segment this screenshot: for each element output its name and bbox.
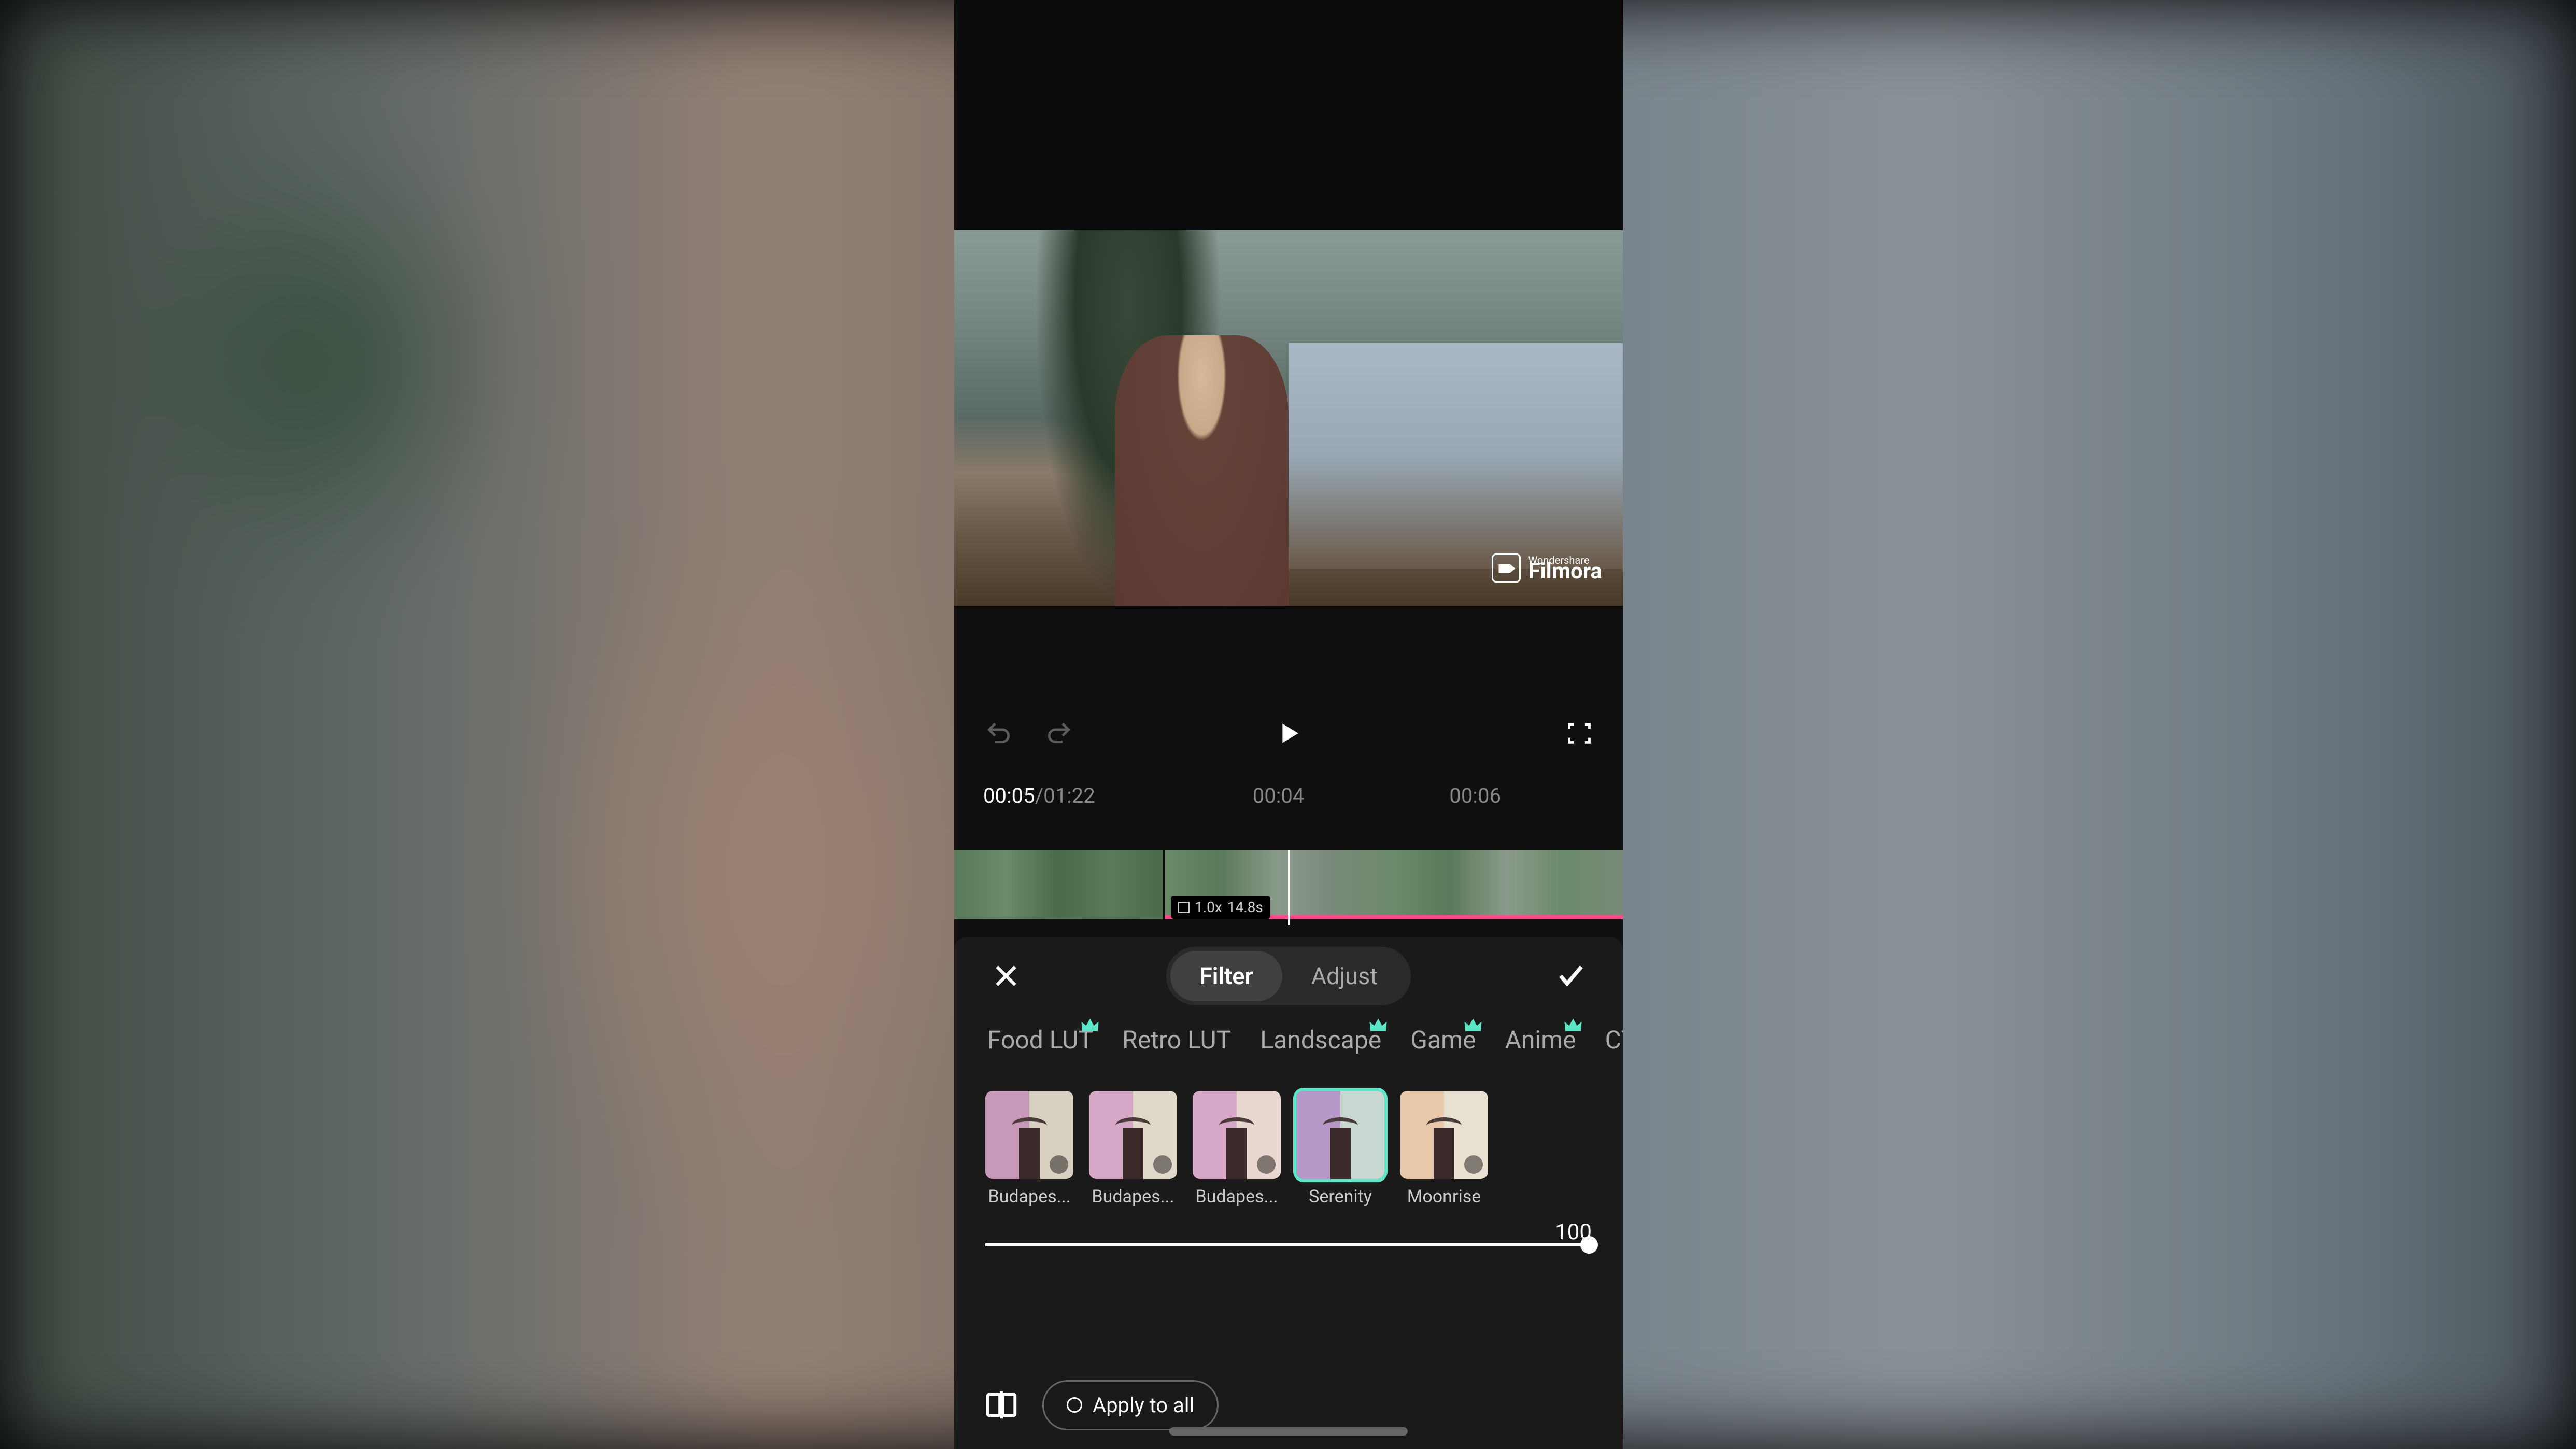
tick-1: 00:04 [1253,784,1305,808]
filter-thumb-image [1089,1091,1177,1179]
filter-budapest-2[interactable]: Budapes... [1089,1091,1177,1207]
fullscreen-button[interactable] [1566,720,1593,747]
apply-to-all-button[interactable]: Apply to all [1042,1380,1219,1430]
phone-screen: Wondershare Filmora 00:05/01:22 00:04 [954,0,1623,1449]
tick-2: 00:06 [1449,784,1501,808]
circle-icon [1067,1397,1082,1413]
filter-label: Moonrise [1407,1186,1481,1207]
video-preview-area: Wondershare Filmora [954,0,1623,609]
play-button[interactable] [1274,719,1303,748]
link-icon [1178,902,1190,913]
slider-knob[interactable] [1580,1236,1598,1254]
filter-thumbnails[interactable]: Budapes... Budapes... Budapes... Serenit… [954,1059,1623,1207]
filter-label: Serenity [1309,1186,1372,1207]
person-in-video [1115,335,1289,606]
premium-crown-icon [1081,1015,1099,1024]
category-anime[interactable]: Anime [1503,1021,1578,1059]
slider-track[interactable] [985,1243,1592,1246]
download-icon [1153,1155,1172,1174]
timeline-clip-2-selected[interactable]: 1.0x 14.8s [1165,850,1623,919]
premium-crown-icon [1369,1015,1388,1024]
confirm-button[interactable] [1555,960,1587,991]
current-time: 00:05 [983,784,1035,808]
category-food-lut[interactable]: Food LUT [985,1021,1095,1059]
panel-tabs: Filter Adjust [1166,947,1411,1005]
timeline-clip-1[interactable] [954,850,1165,919]
download-icon [1257,1155,1276,1174]
close-button[interactable] [990,960,1022,991]
filter-thumb-image [985,1091,1073,1179]
filter-label: Budapes... [988,1186,1070,1207]
panel-bottom-bar: Apply to all [954,1361,1623,1449]
filter-budapest-1[interactable]: Budapes... [985,1091,1073,1207]
clip-speed: 1.0x [1195,899,1222,916]
filter-thumb-image [1400,1091,1488,1179]
premium-crown-icon [1464,1015,1482,1024]
filter-moonrise[interactable]: Moonrise [1400,1091,1488,1207]
panel-header: Filter Adjust [954,937,1623,1015]
category-cy[interactable]: CY [1603,1021,1623,1059]
total-time: /01:22 [1035,784,1095,808]
timeline[interactable]: 1.0x 14.8s [954,850,1623,925]
tab-adjust[interactable]: Adjust [1282,951,1407,1001]
download-icon [1464,1155,1483,1174]
playhead[interactable] [1288,850,1290,925]
clip-duration: 14.8s [1227,899,1263,916]
filter-panel: Filter Adjust Food LUT Retro LUT Landsca… [954,937,1623,1449]
filmora-logo-icon [1492,553,1521,583]
filter-label: Budapes... [1195,1186,1278,1207]
home-indicator[interactable] [1169,1427,1408,1436]
filter-thumb-image [1296,1091,1384,1179]
redo-button[interactable] [1044,719,1073,748]
time-ruler[interactable]: 00:05/01:22 00:04 00:06 00:08 0 [954,783,1623,808]
video-preview[interactable]: Wondershare Filmora [954,230,1623,606]
filter-thumb-image [1193,1091,1281,1179]
category-game[interactable]: Game [1408,1021,1478,1059]
filter-label: Budapes... [1092,1186,1174,1207]
tab-filter[interactable]: Filter [1170,951,1282,1001]
filter-budapest-3[interactable]: Budapes... [1193,1091,1281,1207]
premium-crown-icon [1564,1015,1582,1024]
compare-button[interactable] [983,1387,1020,1423]
watermark-product: Filmora [1528,559,1602,584]
ruler-ticks: 00:04 00:06 00:08 0 [1108,784,1623,808]
filter-serenity[interactable]: Serenity [1296,1091,1384,1207]
download-icon [1050,1155,1068,1174]
apply-all-label: Apply to all [1093,1393,1194,1417]
category-retro-lut[interactable]: Retro LUT [1120,1021,1233,1059]
filmora-watermark: Wondershare Filmora [1492,553,1602,583]
undo-button[interactable] [984,719,1013,748]
intensity-slider[interactable]: 100 [954,1207,1623,1246]
clip-info-badge: 1.0x 14.8s [1171,896,1270,919]
category-landscape[interactable]: Landscape [1258,1021,1383,1059]
transport-controls [954,707,1623,759]
filter-categories[interactable]: Food LUT Retro LUT Landscape Game Anime … [954,1015,1623,1059]
